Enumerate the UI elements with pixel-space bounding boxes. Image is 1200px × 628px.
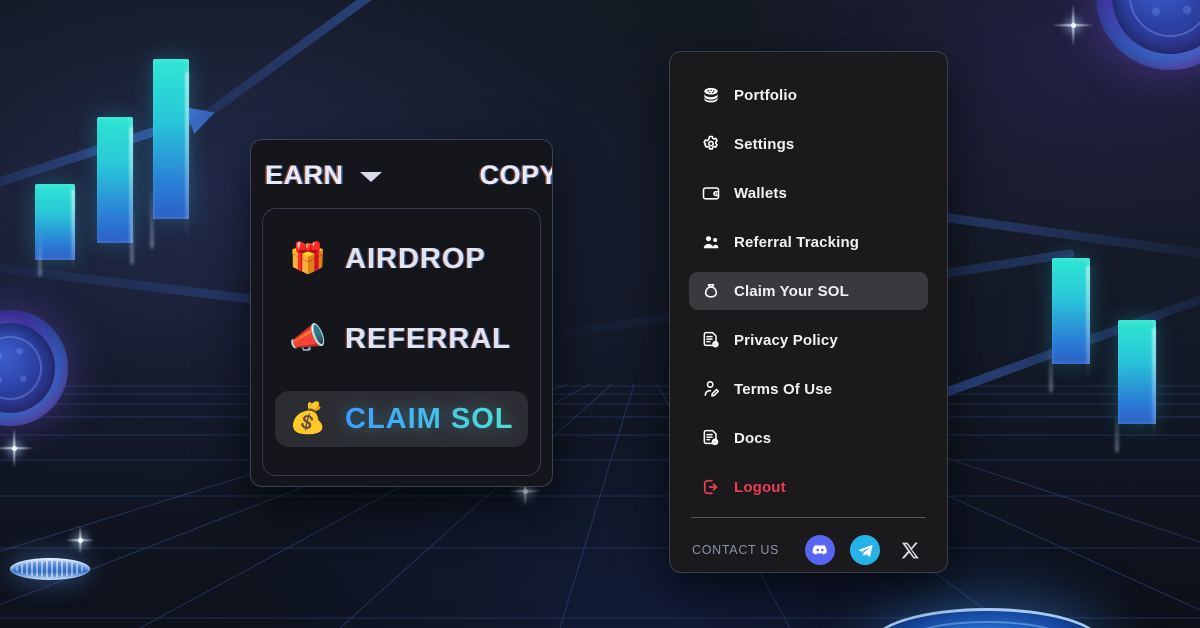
earn-item-label: CLAIM SOL: [345, 402, 514, 435]
money-bag-icon: [704, 283, 718, 298]
earn-item-referral[interactable]: 📣 REFERRAL: [275, 311, 528, 367]
x-link[interactable]: [895, 535, 925, 565]
bar-glow-2: [131, 206, 133, 264]
sparkle-2: [0, 428, 34, 468]
telegram-icon: [858, 544, 872, 557]
gift-icon: 🎁: [289, 242, 327, 275]
menu-item-label: Wallets: [734, 184, 788, 202]
chart-bar-1: [35, 184, 75, 260]
document-search-icon: [703, 429, 719, 446]
perspective-grid-floor: [0, 378, 1200, 628]
menu-item-label: Privacy Policy: [734, 331, 838, 349]
earn-item-label: REFERRAL: [345, 322, 511, 355]
menu-item-referral-tracking[interactable]: Referral Tracking: [689, 223, 928, 261]
menu-item-claim-your-sol[interactable]: Claim Your SOL: [689, 272, 928, 310]
social-links: [805, 535, 925, 565]
earn-tab-label[interactable]: EARN: [265, 160, 344, 191]
discord-icon: [812, 544, 827, 555]
menu-item-label: Settings: [734, 135, 795, 153]
chart-bar-5: [1118, 320, 1156, 424]
purple-coin-top-right: [1096, 0, 1200, 70]
trend-arrow-2: [150, 0, 471, 158]
bar-glow-1: [39, 230, 41, 276]
copy-tab-label[interactable]: COPY: [479, 160, 552, 191]
blue-coin-bottom-left: [10, 558, 90, 580]
glowing-platform: [872, 608, 1102, 628]
telegram-link[interactable]: [850, 535, 880, 565]
menu-item-portfolio[interactable]: Portfolio: [689, 76, 928, 114]
menu-item-logout[interactable]: Logout: [689, 468, 928, 506]
chart-bar-2: [97, 117, 133, 243]
menu-item-docs[interactable]: Docs: [689, 419, 928, 457]
gear-icon: [703, 135, 718, 150]
x-icon: [901, 542, 919, 558]
background-scene: [0, 0, 1200, 628]
side-menu-panel: Portfolio Settings Wallets Referral Trac…: [669, 51, 948, 573]
menu-divider: [691, 517, 926, 518]
chart-bar-3: [153, 59, 189, 219]
wallet-icon: [702, 187, 720, 200]
sparkle-1: [1052, 4, 1094, 46]
menu-item-label: Portfolio: [734, 86, 798, 104]
coins-icon: 💰: [289, 402, 327, 435]
screen-root: EARN COPY 🎁 AIRDROP 📣 REFERRAL 💰 CLAIM S…: [0, 0, 1200, 628]
menu-item-terms-of-use[interactable]: Terms Of Use: [689, 370, 928, 408]
earn-item-airdrop[interactable]: 🎁 AIRDROP: [275, 231, 528, 287]
chevron-down-icon[interactable]: [359, 172, 382, 182]
menu-item-label: Referral Tracking: [734, 233, 860, 251]
sparkle-3: [66, 526, 94, 554]
trend-arrow-1: [0, 99, 219, 199]
menu-item-wallets[interactable]: Wallets: [689, 174, 928, 212]
megaphone-icon: 📣: [289, 322, 327, 355]
menu-item-label: Claim Your SOL: [734, 282, 849, 300]
user-edit-icon: [704, 381, 720, 397]
menu-item-label: Logout: [734, 478, 786, 496]
coins-stack-icon: [704, 87, 718, 103]
document-gear-icon: [703, 331, 719, 348]
earn-item-claim-sol[interactable]: 💰 CLAIM SOL: [275, 391, 528, 447]
logout-icon: [703, 479, 718, 495]
menu-item-label: Docs: [734, 429, 772, 447]
chart-bar-4: [1052, 258, 1090, 364]
earn-dropdown-list: 🎁 AIRDROP 📣 REFERRAL 💰 CLAIM SOL: [262, 208, 541, 476]
bar-glow-5: [1116, 410, 1118, 452]
menu-item-privacy-policy[interactable]: Privacy Policy: [689, 321, 928, 359]
users-icon: [703, 236, 719, 249]
contact-us-label: CONTACT US: [692, 543, 780, 557]
bar-glow-3: [151, 186, 153, 248]
contact-row: CONTACT US: [689, 535, 928, 565]
earn-item-label: AIRDROP: [345, 242, 486, 275]
earn-dropdown-panel: EARN COPY 🎁 AIRDROP 📣 REFERRAL 💰 CLAIM S…: [250, 139, 553, 487]
purple-coin-left: [0, 310, 68, 426]
menu-item-label: Terms Of Use: [734, 380, 833, 398]
earn-panel-header: EARN COPY: [251, 140, 552, 210]
bar-glow-4: [1050, 346, 1052, 392]
discord-link[interactable]: [805, 535, 835, 565]
menu-item-settings[interactable]: Settings: [689, 125, 928, 163]
